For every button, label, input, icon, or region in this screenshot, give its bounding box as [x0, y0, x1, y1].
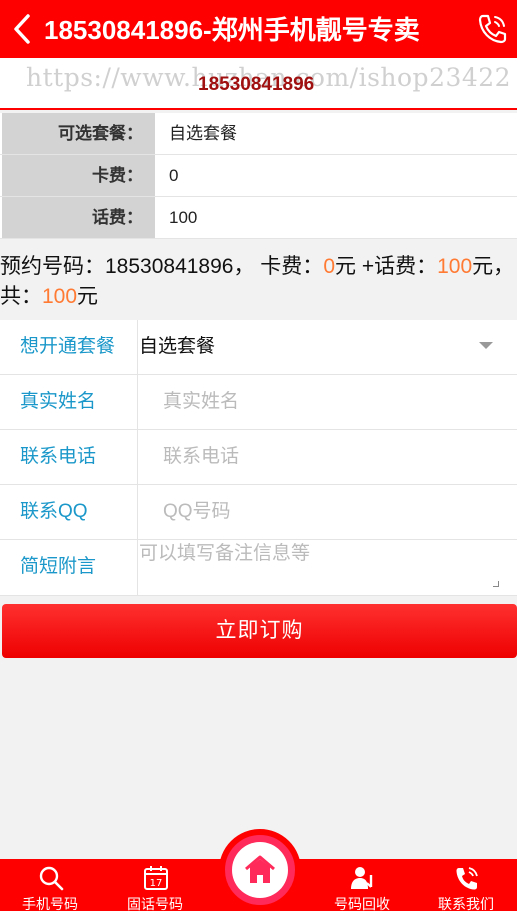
chevron-down-icon[interactable] — [479, 342, 493, 349]
info-row-phone-fee: 话费： 100 — [0, 197, 517, 239]
nav-item-contact-us[interactable]: 联系我们 — [418, 859, 514, 911]
phone-input[interactable]: 联系电话 — [139, 430, 517, 484]
qq-label: 联系QQ — [0, 485, 138, 539]
nav-item-number-recycle[interactable]: 号码回收 — [314, 859, 410, 911]
form-row-plan: 想开通套餐 自选套餐 — [0, 320, 517, 375]
plan-select[interactable]: 自选套餐 — [139, 320, 517, 374]
number-info-table: 可选套餐： 自选套餐 卡费： 0 话费： 100 — [0, 113, 517, 239]
form-row-name: 真实姓名 真实姓名 — [0, 375, 517, 430]
phone-label: 联系电话 — [0, 430, 138, 484]
home-icon — [245, 855, 275, 883]
note-label: 简短附言 — [0, 540, 138, 595]
name-label: 真实姓名 — [0, 375, 138, 429]
home-button-inner — [232, 842, 288, 898]
number-banner: https://www.huzhan.com/ishop23422 185308… — [0, 58, 517, 110]
summary-suffix: 元 — [77, 285, 99, 308]
plan-label: 想开通套餐 — [0, 320, 138, 374]
home-button[interactable] — [219, 829, 301, 911]
page-title: 18530841896-郑州手机靓号专卖 — [44, 15, 420, 45]
info-key: 话费： — [2, 197, 155, 238]
info-row-plan: 可选套餐： 自选套餐 — [0, 113, 517, 155]
nav-item-landline-numbers[interactable]: 17 固话号码 — [107, 859, 203, 911]
qq-input[interactable]: QQ号码 — [139, 485, 517, 539]
calendar-icon: 17 — [143, 865, 169, 891]
form-row-phone: 联系电话 联系电话 — [0, 430, 517, 485]
summary-prefix: 预约号码：18530841896， 卡费： — [0, 255, 324, 278]
search-icon — [38, 865, 64, 891]
user-recycle-icon — [350, 865, 376, 891]
resize-handle-icon[interactable] — [493, 581, 499, 587]
phone-icon[interactable] — [474, 11, 510, 47]
info-row-card-fee: 卡费： 0 — [0, 155, 517, 197]
summary-total: 100 — [42, 285, 78, 308]
banner-number: 18530841896 — [198, 74, 315, 95]
info-key: 卡费： — [2, 155, 155, 196]
summary-phone-fee: 100 — [437, 255, 473, 278]
summary-card-fee: 0 — [323, 255, 335, 278]
order-form: 想开通套餐 自选套餐 真实姓名 真实姓名 联系电话 联系电话 联系QQ QQ号码… — [0, 320, 517, 596]
form-row-qq: 联系QQ QQ号码 — [0, 485, 517, 540]
info-value: 0 — [169, 166, 179, 185]
nav-label: 号码回收 — [334, 896, 390, 911]
phone-call-icon — [454, 865, 480, 891]
back-icon[interactable] — [10, 12, 36, 46]
form-row-note: 简短附言 可以填写备注信息等 — [0, 540, 517, 596]
nav-label: 固话号码 — [127, 896, 183, 911]
order-now-button[interactable]: 立即订购 — [2, 604, 517, 658]
info-value: 自选套餐 — [169, 124, 237, 143]
info-key: 可选套餐： — [2, 113, 155, 154]
name-input[interactable]: 真实姓名 — [139, 375, 517, 429]
nav-item-mobile-numbers[interactable]: 手机号码 — [2, 859, 98, 911]
summary-mid: 元 +话费： — [335, 255, 438, 278]
top-header: 18530841896-郑州手机靓号专卖 — [0, 0, 517, 58]
order-summary: 预约号码：18530841896， 卡费：0元 +话费：100元，共：100元 — [0, 252, 517, 318]
nav-label: 联系我们 — [438, 896, 494, 911]
note-textarea[interactable]: 可以填写备注信息等 — [139, 540, 517, 595]
svg-text:17: 17 — [150, 878, 163, 889]
info-value: 100 — [169, 208, 198, 227]
nav-label: 手机号码 — [22, 896, 78, 911]
